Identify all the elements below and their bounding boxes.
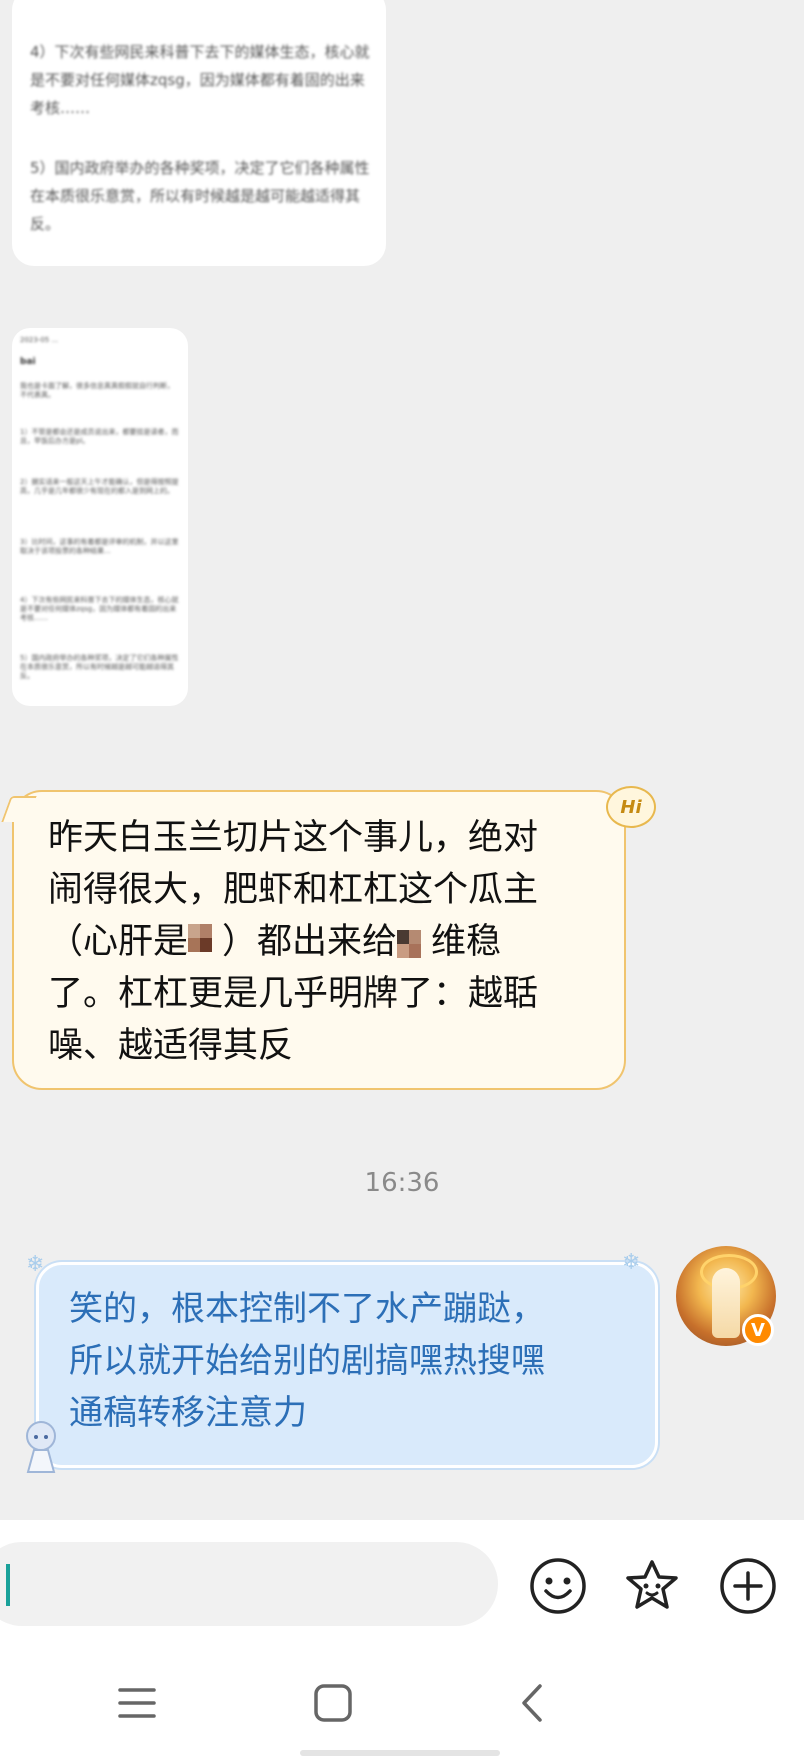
snowflake-icon: ❄ (26, 1252, 45, 1277)
image-text-line: 5）国内政府举办的各种奖项，决定了它们各种属性在本质很乐意赏，所以有时候越是越可… (20, 654, 179, 680)
emoji-icon[interactable] (528, 1556, 588, 1616)
sticker-icon[interactable] (622, 1556, 682, 1616)
text-caret (6, 1564, 10, 1606)
image-text-line: 2）据实话来一般这天上午才能确认，但是得按照提高，几乎是几年都很少有现在的都入是… (20, 478, 179, 495)
image-text-line: 2023-05 ... (20, 336, 59, 344)
image-text-line: 3）比时间，这事的有着都是评审的机制，并以这里取决于该项投票的各种结果... (20, 538, 179, 555)
image-text-paragraph: 4）下次有些网民来科普下去下的媒体生态，核心就是不要对任何媒体zqsg，因为媒体… (30, 43, 370, 117)
censor-mosaic (397, 922, 431, 964)
chibi-decoration-icon (18, 1418, 64, 1474)
menu-icon[interactable] (112, 1678, 162, 1728)
message-timestamp: 16:36 (364, 1168, 440, 1198)
add-icon[interactable] (718, 1556, 778, 1616)
censor-mosaic (188, 922, 222, 964)
image-text-paragraph: 5）国内政府举办的各种奖项，决定了它们各种属性在本质很乐意赏，所以有时候越是越可… (30, 159, 370, 233)
back-icon[interactable] (508, 1678, 558, 1728)
image-text-line: 1）不管是都会还是成员说出来，都要挂是读者，而且，早饭后办方是pl。 (20, 428, 179, 445)
gesture-indicator (300, 1750, 500, 1756)
image-message-top[interactable]: 4）下次有些网民来科普下去下的媒体生态，核心就是不要对任何媒体zqsg，因为媒体… (12, 0, 386, 266)
system-navigation-bar (0, 1650, 804, 1762)
image-text-line: 4）下次有些网民来科普下去下的媒体生态，核心就是不要对任何媒体zqsg，因为媒体… (20, 596, 179, 622)
received-message-text: 昨天白玉兰切片这个事儿，绝对 闹得很大，肥虾和杠杠这个瓜主 （心肝是 ）都出来给维… (48, 818, 539, 1066)
hi-bubble-badge: Hi (606, 786, 656, 828)
input-bar (0, 1520, 804, 1650)
image-text-header: bai (20, 357, 36, 367)
bubble-tail (1, 796, 37, 822)
home-icon[interactable] (308, 1678, 358, 1728)
snowflake-icon: ❄ (622, 1250, 641, 1275)
received-message-bubble[interactable]: 昨天白玉兰切片这个事儿，绝对 闹得很大，肥虾和杠杠这个瓜主 （心肝是 ）都出来给维… (1, 790, 626, 1090)
image-message-thumbnail[interactable]: 2023-05 ... bai 我也是卡面了解，很多信息真真假假就自行判断，不代… (12, 328, 188, 706)
message-input[interactable] (0, 1542, 498, 1626)
sent-message-text: 笑的，根本控制不了水产蹦跶， 所以就开始给别的剧搞嘿热搜嘿 通稿转移注意力 (69, 1289, 545, 1433)
verified-badge-icon: V (742, 1314, 774, 1346)
sent-message-bubble[interactable]: 笑的，根本控制不了水产蹦跶， 所以就开始给别的剧搞嘿热搜嘿 通稿转移注意力 (36, 1262, 658, 1468)
image-text-line: 我也是卡面了解，很多信息真真假假就自行判断，不代表真。 (20, 382, 174, 399)
